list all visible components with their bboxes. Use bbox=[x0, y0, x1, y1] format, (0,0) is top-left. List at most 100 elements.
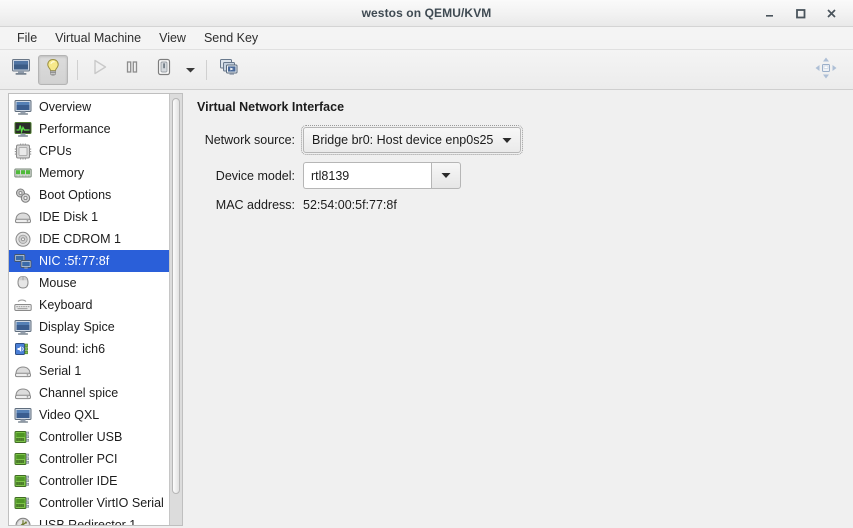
content-area: Overview Performance CPUs Memory Boot Option… bbox=[0, 90, 853, 528]
hardware-list-item-label: Channel spice bbox=[39, 385, 119, 400]
window-title: westos on QEMU/KVM bbox=[361, 6, 492, 20]
sidebar-scrollbar-thumb[interactable] bbox=[172, 98, 180, 494]
hardware-list-item[interactable]: Controller VirtIO Serial bbox=[9, 492, 169, 514]
hardware-list-item[interactable]: Controller IDE bbox=[9, 470, 169, 492]
controller-card-icon bbox=[14, 429, 32, 446]
sound-card-icon bbox=[14, 341, 32, 358]
controller-card-icon bbox=[14, 495, 32, 512]
hardware-list-item[interactable]: Keyboard bbox=[9, 294, 169, 316]
menu-file[interactable]: File bbox=[8, 29, 46, 47]
hardware-list-item-label: CPUs bbox=[39, 143, 72, 158]
chevron-down-icon bbox=[185, 66, 196, 74]
hardware-list-item-label: Sound: ich6 bbox=[39, 341, 106, 356]
toolbar-separator-2 bbox=[206, 59, 207, 80]
mac-address-value: 52:54:00:5f:77:8f bbox=[303, 198, 397, 212]
fullscreen-button[interactable] bbox=[811, 55, 841, 85]
hardware-list-item-label: Controller PCI bbox=[39, 451, 118, 466]
display-icon bbox=[14, 319, 32, 336]
shutdown-button[interactable] bbox=[149, 55, 179, 85]
controller-card-icon bbox=[14, 473, 32, 490]
mac-address-row: MAC address: 52:54:00:5f:77:8f bbox=[197, 198, 853, 212]
lightbulb-icon bbox=[44, 58, 62, 82]
hardware-list[interactable]: Overview Performance CPUs Memory Boot Option… bbox=[9, 94, 169, 525]
memory-module-icon bbox=[14, 165, 32, 182]
hardware-list-item[interactable]: IDE Disk 1 bbox=[9, 206, 169, 228]
shutdown-icon bbox=[154, 57, 174, 82]
device-model-row: Device model: rtl8139 bbox=[197, 162, 853, 189]
play-icon bbox=[91, 58, 109, 81]
channel-icon bbox=[14, 385, 32, 402]
run-button[interactable] bbox=[85, 55, 115, 85]
hardware-list-item-label: NIC :5f:77:8f bbox=[39, 253, 110, 268]
show-details-button[interactable] bbox=[38, 54, 68, 85]
hardware-list-item[interactable]: Boot Options bbox=[9, 184, 169, 206]
network-source-row: Network source: Bridge br0: Host device … bbox=[197, 125, 853, 155]
hardware-list-item[interactable]: IDE CDROM 1 bbox=[9, 228, 169, 250]
window-controls bbox=[762, 0, 847, 27]
snapshots-button[interactable] bbox=[214, 55, 244, 85]
cpu-chip-icon bbox=[14, 143, 32, 160]
network-source-combo[interactable]: Bridge br0: Host device enp0s25 bbox=[300, 125, 524, 155]
hardware-list-item[interactable]: Performance bbox=[9, 118, 169, 140]
monitor-icon bbox=[11, 58, 31, 81]
hardware-list-item[interactable]: USB Redirector 1 bbox=[9, 514, 169, 525]
network-card-icon bbox=[14, 253, 32, 270]
pause-icon bbox=[123, 58, 141, 81]
serial-port-icon bbox=[14, 363, 32, 380]
menu-view[interactable]: View bbox=[150, 29, 195, 47]
toolbar-right-area bbox=[811, 50, 843, 90]
hardware-list-item-label: Controller VirtIO Serial bbox=[39, 495, 164, 510]
network-source-value: Bridge br0: Host device enp0s25 bbox=[312, 133, 494, 147]
cdrom-disc-icon bbox=[14, 231, 32, 248]
hard-disk-icon bbox=[14, 209, 32, 226]
device-model-input[interactable]: rtl8139 bbox=[303, 162, 431, 189]
menu-send-key[interactable]: Send Key bbox=[195, 29, 267, 47]
hardware-list-item[interactable]: NIC :5f:77:8f bbox=[9, 250, 169, 272]
chevron-down-icon bbox=[441, 172, 451, 179]
maximize-button[interactable] bbox=[793, 6, 808, 21]
video-card-icon bbox=[14, 407, 32, 424]
resize-arrows-icon bbox=[814, 56, 838, 85]
device-model-dropdown-button[interactable] bbox=[431, 162, 461, 189]
hardware-list-item-label: IDE Disk 1 bbox=[39, 209, 99, 224]
hardware-list-item-label: Serial 1 bbox=[39, 363, 82, 378]
hardware-list-item-label: Boot Options bbox=[39, 187, 112, 202]
hardware-list-item[interactable]: Video QXL bbox=[9, 404, 169, 426]
gears-icon bbox=[14, 187, 32, 204]
show-console-button[interactable] bbox=[6, 55, 36, 85]
hardware-list-item-label: Controller IDE bbox=[39, 473, 118, 488]
menubar: File Virtual Machine View Send Key bbox=[0, 27, 853, 50]
usb-redirector-icon bbox=[14, 517, 32, 525]
minimize-button[interactable] bbox=[762, 6, 777, 21]
panel-title: Virtual Network Interface bbox=[197, 100, 345, 114]
device-model-label: Device model: bbox=[215, 168, 295, 183]
sidebar-scrollbar[interactable] bbox=[169, 94, 182, 525]
monitor-icon bbox=[14, 99, 32, 116]
device-model-combo[interactable]: rtl8139 bbox=[303, 162, 461, 189]
hardware-list-item-label: Keyboard bbox=[39, 297, 93, 312]
shutdown-menu-button[interactable] bbox=[181, 55, 199, 85]
hardware-list-item[interactable]: Serial 1 bbox=[9, 360, 169, 382]
close-button[interactable] bbox=[824, 6, 839, 21]
toolbar bbox=[0, 50, 853, 90]
hardware-list-item[interactable]: Controller PCI bbox=[9, 448, 169, 470]
hardware-list-item[interactable]: Sound: ich6 bbox=[9, 338, 169, 360]
hardware-list-item[interactable]: CPUs bbox=[9, 140, 169, 162]
performance-graph-icon bbox=[14, 121, 32, 138]
hardware-list-item[interactable]: Controller USB bbox=[9, 426, 169, 448]
hardware-list-item-label: Display Spice bbox=[39, 319, 115, 334]
pause-button[interactable] bbox=[117, 55, 147, 85]
hardware-list-item[interactable]: Mouse bbox=[9, 272, 169, 294]
keyboard-icon bbox=[14, 297, 32, 314]
hardware-list-item-label: Overview bbox=[39, 99, 92, 114]
hardware-list-item-label: Performance bbox=[39, 121, 111, 136]
hardware-list-item[interactable]: Memory bbox=[9, 162, 169, 184]
hardware-list-item[interactable]: Overview bbox=[9, 96, 169, 118]
hardware-list-item[interactable]: Display Spice bbox=[9, 316, 169, 338]
hardware-list-panel: Overview Performance CPUs Memory Boot Option… bbox=[8, 93, 183, 526]
hardware-list-item-label: Mouse bbox=[39, 275, 77, 290]
hardware-list-item[interactable]: Channel spice bbox=[9, 382, 169, 404]
menu-virtual-machine[interactable]: Virtual Machine bbox=[46, 29, 150, 47]
hardware-list-item-label: Memory bbox=[39, 165, 85, 180]
hardware-list-item-label: Controller USB bbox=[39, 429, 123, 444]
